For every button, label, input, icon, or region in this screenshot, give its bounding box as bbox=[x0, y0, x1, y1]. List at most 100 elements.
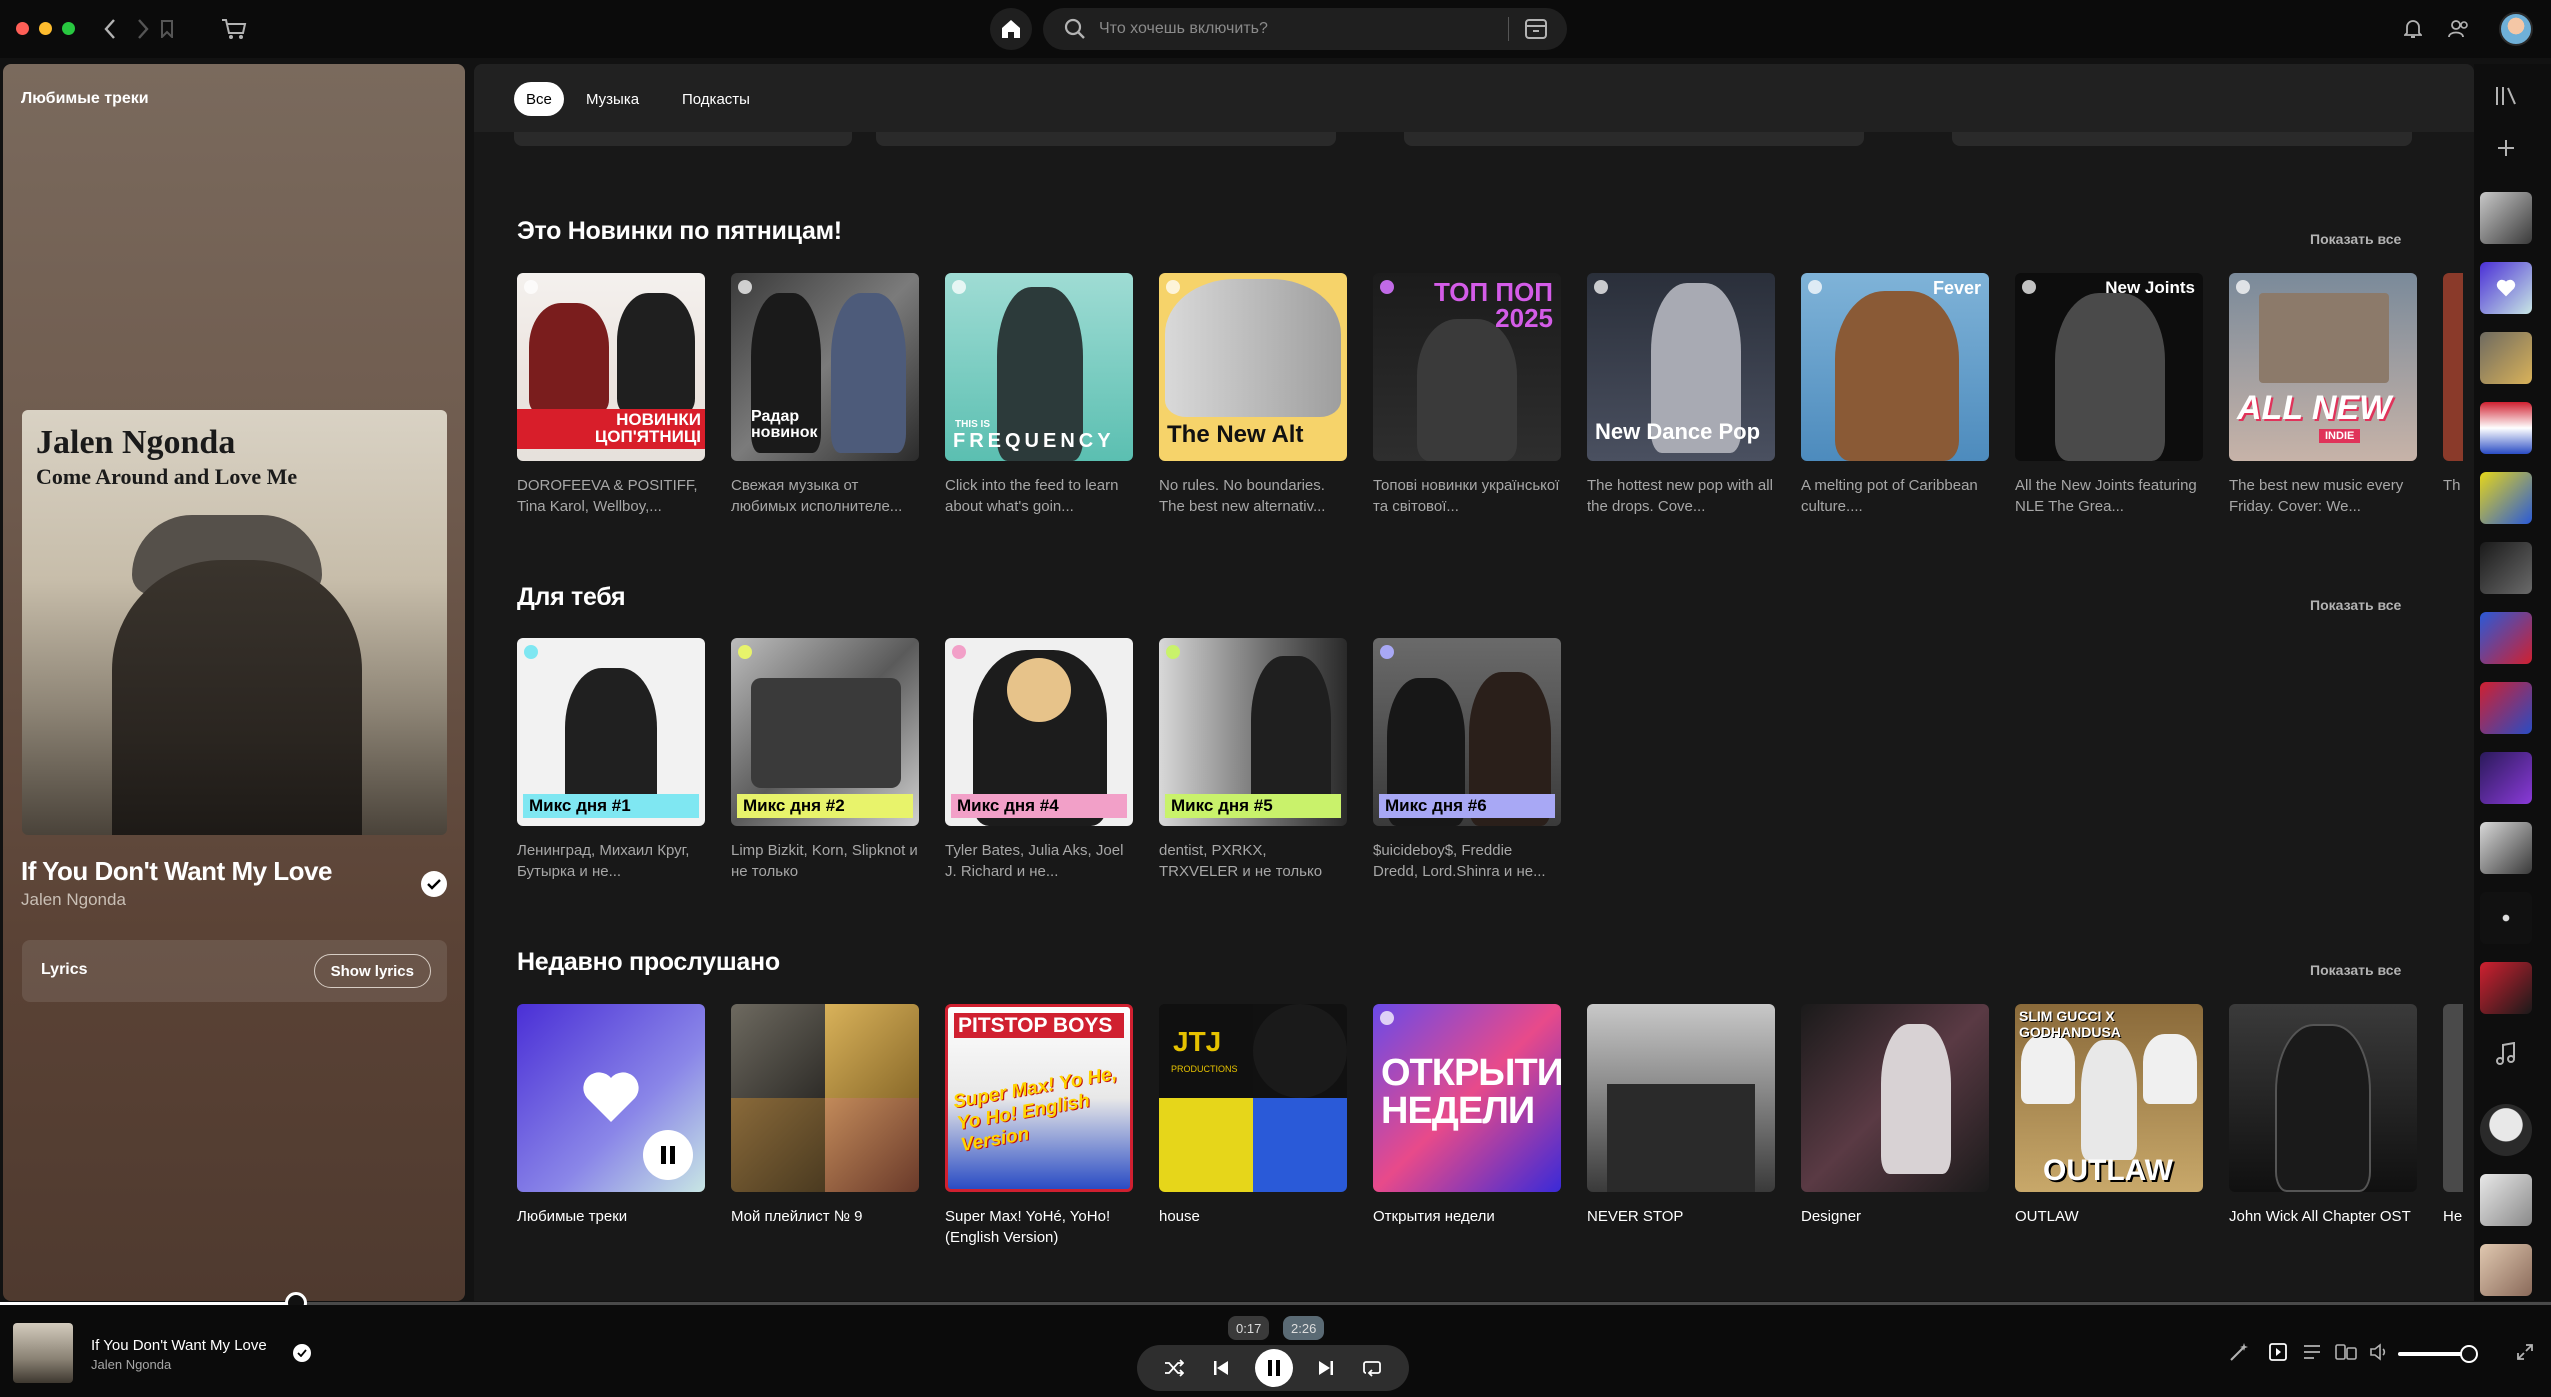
playlist-card[interactable]: Fever A melting pot of Caribbean culture… bbox=[1801, 273, 1989, 517]
recent-card[interactable]: PITSTOP BOYS Super Max! Yo He, Yo Ho! En… bbox=[945, 1004, 1133, 1248]
browse-icon[interactable] bbox=[1521, 14, 1551, 44]
library-item[interactable] bbox=[2480, 892, 2532, 944]
filter-chip-podcasts[interactable]: Подкасты bbox=[670, 82, 762, 116]
cover-text: JTJ bbox=[1173, 1026, 1222, 1057]
recent-card[interactable]: JTJ PRODUCTIONS house bbox=[1159, 1004, 1347, 1227]
recent-card[interactable]: John Wick All Chapter OST bbox=[2229, 1004, 2417, 1227]
library-item-liked-songs[interactable] bbox=[2480, 262, 2532, 314]
search-input[interactable]: Что хочешь включить? bbox=[1093, 20, 1508, 38]
now-playing-song-title[interactable]: If You Don't Want My Love bbox=[21, 856, 332, 887]
playlist-card[interactable]: ALL NEW INDIE The best new music every F… bbox=[2229, 273, 2417, 517]
recent-card[interactable]: SLIM GUCCI X GODHANDUSA OUTLAW OUTLAW bbox=[2015, 1004, 2203, 1227]
show-all-friday[interactable]: Показать все bbox=[2310, 231, 2401, 247]
cart-icon[interactable] bbox=[219, 14, 249, 44]
next-track-icon[interactable] bbox=[1311, 1353, 1341, 1383]
filter-chip-all[interactable]: Все bbox=[514, 82, 564, 116]
recent-card[interactable]: Мой плейлист № 9 bbox=[731, 1004, 919, 1227]
back-arrow-icon[interactable] bbox=[95, 14, 125, 44]
previous-track-icon[interactable] bbox=[1206, 1353, 1236, 1383]
cover-small-text: Super Max! Yo He, Yo Ho! English Version bbox=[951, 1063, 1119, 1157]
shortcut-tile[interactable] bbox=[514, 132, 852, 146]
library-icon[interactable] bbox=[2488, 78, 2524, 114]
queue-icon[interactable] bbox=[2299, 1339, 2325, 1365]
shortcut-tile[interactable] bbox=[876, 132, 1336, 146]
library-item[interactable] bbox=[2480, 822, 2532, 874]
daily-mix-card[interactable]: Микс дня #1 Ленинград, Михаил Круг, Буты… bbox=[517, 638, 705, 882]
shortcut-tile[interactable] bbox=[1952, 132, 2412, 146]
mix-label: Микс дня #2 bbox=[737, 794, 913, 818]
cover-text: The New Alt bbox=[1167, 421, 1304, 448]
library-item[interactable] bbox=[2480, 682, 2532, 734]
recent-card[interactable]: ОТКРЫТИЯ НЕДЕЛИ Открытия недели bbox=[1373, 1004, 1561, 1227]
recent-card[interactable]: NEVER STOP bbox=[1587, 1004, 1775, 1227]
library-item[interactable] bbox=[2480, 752, 2532, 804]
playlist-card[interactable]: New Dance Pop The hottest new pop with a… bbox=[1587, 273, 1775, 517]
bookmark-icon[interactable] bbox=[152, 14, 182, 44]
plus-icon[interactable] bbox=[2488, 130, 2524, 166]
show-all-for-you[interactable]: Показать все bbox=[2310, 597, 2401, 613]
playlist-card[interactable]: НОВИНКИ ЦОП'ЯТНИЦІ DOROFEEVA & POSITIFF,… bbox=[517, 273, 705, 517]
section-title-for-you[interactable]: Для тебя bbox=[517, 583, 626, 612]
volume-icon[interactable] bbox=[2366, 1339, 2392, 1365]
play-pause-button[interactable] bbox=[1255, 1349, 1293, 1387]
spotify-badge-icon bbox=[1166, 280, 1180, 294]
fullscreen-icon[interactable] bbox=[2512, 1339, 2538, 1365]
card-cover: Fever bbox=[1801, 273, 1989, 461]
now-playing-artist[interactable]: Jalen Ngonda bbox=[21, 890, 126, 910]
volume-slider-handle[interactable] bbox=[2460, 1345, 2478, 1363]
now-playing-cover[interactable] bbox=[13, 1323, 73, 1383]
music-note-icon[interactable] bbox=[2488, 1036, 2524, 1072]
close-window-button[interactable] bbox=[16, 22, 29, 35]
now-playing-view-icon[interactable] bbox=[2265, 1339, 2291, 1365]
player-bar: If You Don't Want My Love Jalen Ngonda 0… bbox=[0, 1305, 2551, 1397]
library-item[interactable] bbox=[2480, 1244, 2532, 1296]
repeat-icon[interactable] bbox=[1357, 1353, 1387, 1383]
library-item[interactable] bbox=[2480, 472, 2532, 524]
playlist-card[interactable]: ТОП ПОП 2025 Топові новинки української … bbox=[1373, 273, 1561, 517]
search-bar[interactable]: Что хочешь включить? bbox=[1043, 8, 1567, 50]
player-artist[interactable]: Jalen Ngonda bbox=[91, 1357, 171, 1372]
playlist-card[interactable]: The New Alt No rules. No boundaries. The… bbox=[1159, 273, 1347, 517]
section-title-friday[interactable]: Это Новинки по пятницам! bbox=[517, 217, 842, 246]
minimize-window-button[interactable] bbox=[39, 22, 52, 35]
daily-mix-card[interactable]: Микс дня #5 dentist, PXRKX, TRXVELER и н… bbox=[1159, 638, 1347, 882]
library-item[interactable] bbox=[2480, 192, 2532, 244]
section-title-recent[interactable]: Недавно прослушано bbox=[517, 948, 780, 977]
daily-mix-card[interactable]: Микс дня #4 Tyler Bates, Julia Aks, Joel… bbox=[945, 638, 1133, 882]
partial-card-cover[interactable] bbox=[2443, 1004, 2463, 1192]
saved-check-icon[interactable] bbox=[421, 871, 447, 897]
player-song-title[interactable]: If You Don't Want My Love bbox=[91, 1337, 267, 1354]
library-item[interactable] bbox=[2480, 1174, 2532, 1226]
shuffle-icon[interactable] bbox=[1159, 1353, 1189, 1383]
playlist-card[interactable]: THIS IS FREQUENCY Click into the feed to… bbox=[945, 273, 1133, 517]
recent-card[interactable]: Любимые треки bbox=[517, 1004, 705, 1227]
smart-shuffle-icon[interactable] bbox=[2226, 1339, 2252, 1365]
playlist-card[interactable]: Радар новинок Свежая музыка от любимых и… bbox=[731, 273, 919, 517]
recent-card[interactable]: Designer bbox=[1801, 1004, 1989, 1227]
volume-slider[interactable] bbox=[2398, 1352, 2466, 1356]
saved-check-icon[interactable] bbox=[293, 1344, 311, 1362]
partial-card-cover[interactable] bbox=[2443, 273, 2463, 461]
connect-device-icon[interactable] bbox=[2333, 1339, 2359, 1365]
cover-text: New Joints bbox=[2105, 278, 2195, 297]
show-all-recent[interactable]: Показать все bbox=[2310, 962, 2401, 978]
library-item-artist[interactable] bbox=[2480, 1104, 2532, 1156]
pause-button[interactable] bbox=[643, 1130, 693, 1180]
bell-icon[interactable] bbox=[2398, 14, 2428, 44]
maximize-window-button[interactable] bbox=[62, 22, 75, 35]
library-item[interactable] bbox=[2480, 962, 2532, 1014]
daily-mix-card[interactable]: Микс дня #2 Limp Bizkit, Korn, Slipknot … bbox=[731, 638, 919, 882]
total-time: 2:26 bbox=[1283, 1316, 1325, 1340]
shortcut-tile[interactable] bbox=[1404, 132, 1864, 146]
library-item[interactable] bbox=[2480, 402, 2532, 454]
filter-chip-music[interactable]: Музыка bbox=[574, 82, 651, 116]
friend-activity-icon[interactable] bbox=[2444, 14, 2474, 44]
library-item[interactable] bbox=[2480, 612, 2532, 664]
home-button[interactable] bbox=[990, 8, 1032, 50]
library-item[interactable] bbox=[2480, 332, 2532, 384]
library-item[interactable] bbox=[2480, 542, 2532, 594]
user-avatar[interactable] bbox=[2499, 12, 2533, 46]
playlist-card[interactable]: New Joints All the New Joints featuring … bbox=[2015, 273, 2203, 517]
daily-mix-card[interactable]: Микс дня #6 $uicideboy$, Freddie Dredd, … bbox=[1373, 638, 1561, 882]
show-lyrics-button[interactable]: Show lyrics bbox=[313, 954, 431, 988]
